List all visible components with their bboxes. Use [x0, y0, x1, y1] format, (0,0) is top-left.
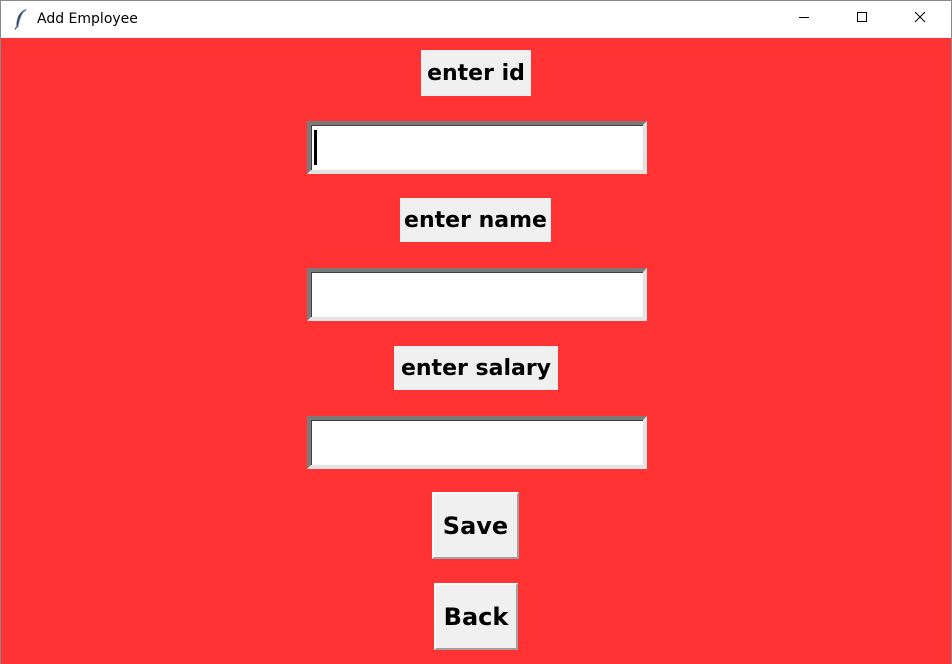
maximize-icon — [856, 10, 868, 28]
name-label: enter name — [400, 198, 551, 242]
minimize-icon — [798, 10, 810, 28]
text-cursor — [314, 130, 317, 165]
save-button[interactable]: Save — [432, 492, 519, 559]
minimize-button[interactable] — [775, 1, 833, 37]
close-icon — [914, 10, 926, 28]
title-bar[interactable]: Add Employee — [1, 0, 951, 38]
form-area: enter id enter name enter salary Save Ba… — [1, 38, 951, 664]
maximize-button[interactable] — [833, 1, 891, 37]
salary-label: enter salary — [394, 346, 558, 390]
id-input[interactable] — [307, 121, 647, 174]
app-window: Add Employee enter id enter name enter s… — [0, 0, 952, 664]
close-button[interactable] — [891, 1, 949, 37]
back-button[interactable]: Back — [434, 583, 518, 650]
window-title: Add Employee — [37, 11, 138, 27]
feather-icon — [13, 8, 29, 30]
id-label: enter id — [421, 50, 531, 96]
name-input[interactable] — [307, 268, 647, 321]
salary-input[interactable] — [307, 416, 647, 469]
